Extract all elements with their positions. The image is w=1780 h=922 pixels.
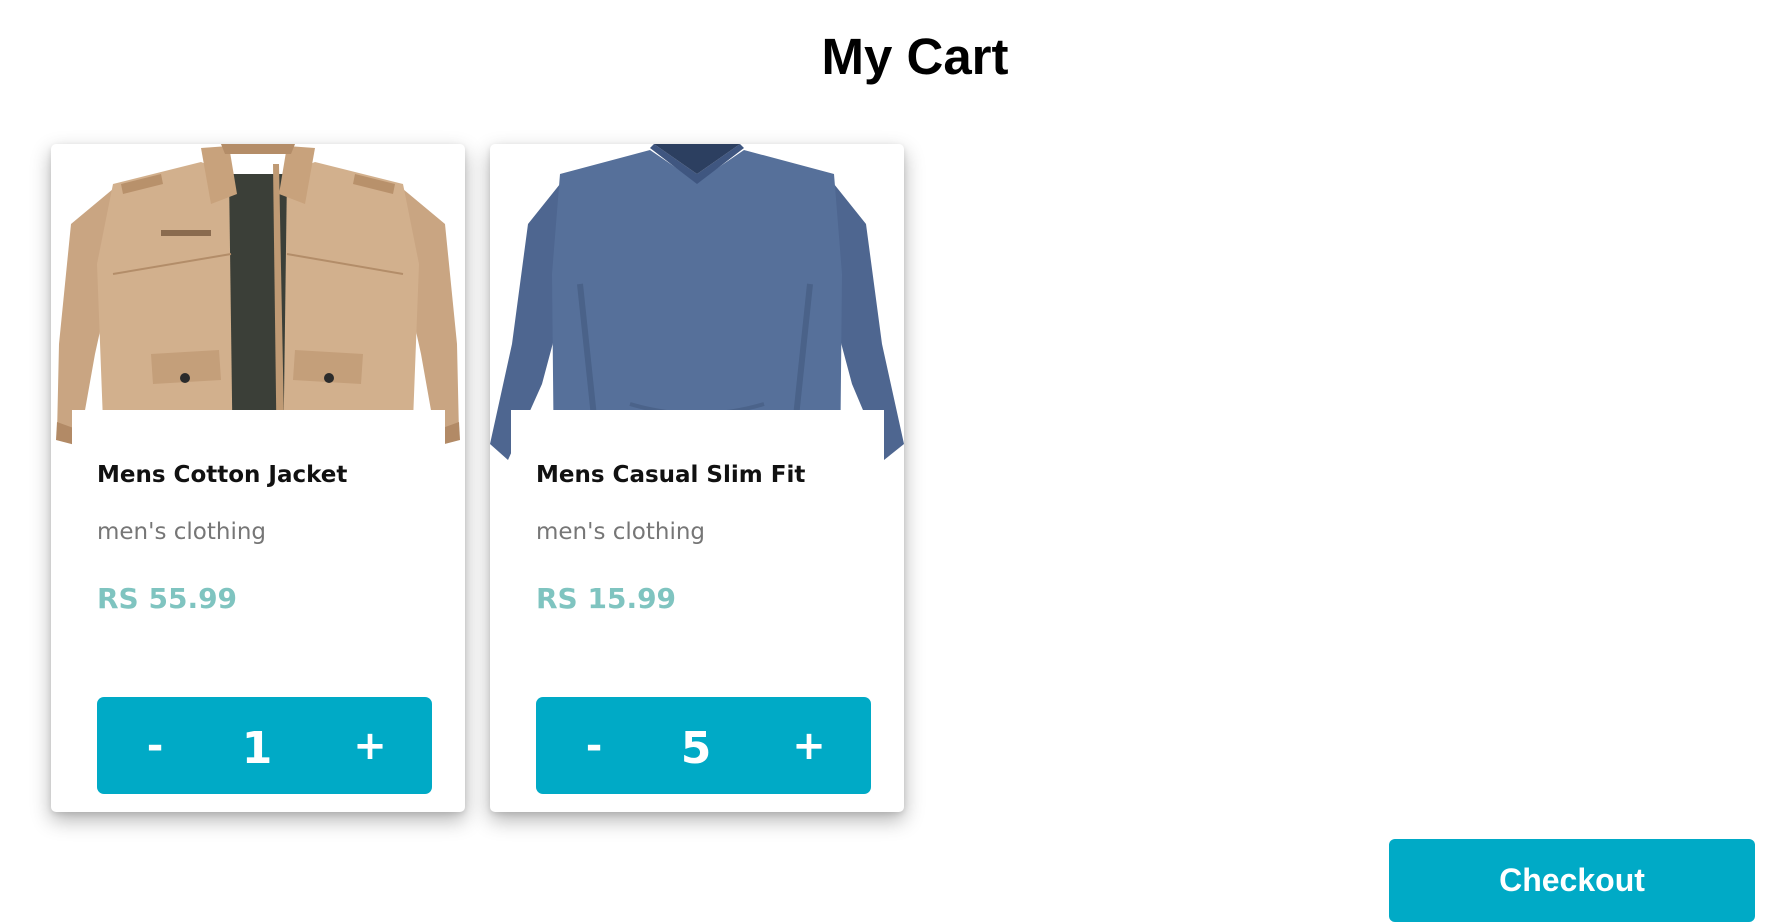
quantity-stepper: - 5 + bbox=[536, 697, 871, 794]
product-price: RS 55.99 bbox=[97, 582, 238, 615]
cart-item-card: Mens Cotton Jacket men's clothing RS 55.… bbox=[51, 144, 465, 812]
quantity-value: 5 bbox=[680, 723, 712, 774]
decrease-quantity-button[interactable]: - bbox=[574, 697, 614, 794]
cart-item-card: Mens Casual Slim Fit men's clothing RS 1… bbox=[490, 144, 904, 812]
product-name: Mens Casual Slim Fit bbox=[536, 462, 806, 488]
product-category: men's clothing bbox=[97, 519, 267, 545]
product-name: Mens Cotton Jacket bbox=[97, 462, 348, 488]
decrease-quantity-button[interactable]: - bbox=[135, 697, 175, 794]
product-price: RS 15.99 bbox=[536, 582, 677, 615]
quantity-value: 1 bbox=[241, 723, 273, 774]
product-category: men's clothing bbox=[536, 519, 706, 545]
page-title: My Cart bbox=[821, 28, 1009, 85]
checkout-button[interactable]: Checkout bbox=[1389, 839, 1755, 922]
increase-quantity-button[interactable]: + bbox=[784, 697, 834, 794]
quantity-stepper: - 1 + bbox=[97, 697, 432, 794]
increase-quantity-button[interactable]: + bbox=[345, 697, 395, 794]
